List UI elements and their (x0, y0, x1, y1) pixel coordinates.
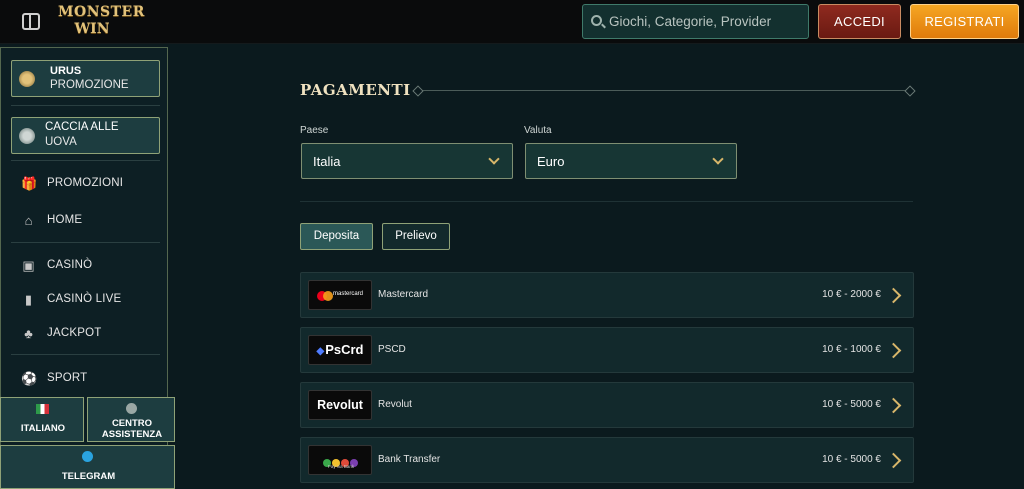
section-divider (300, 201, 913, 202)
register-button[interactable]: REGISTRATI (910, 4, 1019, 39)
sidebar-item-jackpot[interactable]: ♣ JACKPOT (21, 323, 161, 345)
country-label: Paese (300, 125, 329, 136)
chevron-down-icon (488, 153, 500, 165)
country-select[interactable]: Italia (301, 143, 513, 179)
search-icon (591, 15, 602, 26)
brand-logo[interactable]: MONSTER WIN (58, 4, 144, 40)
help-center-button[interactable]: CENTRO ASSISTENZA (87, 397, 175, 442)
mastercard-logo: mastercard (308, 280, 372, 310)
clover-icon: ♣ (24, 326, 33, 341)
chevron-right-icon (890, 398, 899, 412)
bank-transfer-logo: Pay via Bank (308, 445, 372, 475)
sidebar-divider (11, 354, 160, 355)
sidebar-divider (11, 242, 160, 243)
currency-select[interactable]: Euro (525, 143, 737, 179)
title-decoration (414, 90, 914, 91)
payment-method-row[interactable]: Revolut Revolut 10 € - 5000 € (300, 382, 914, 428)
live-cards-icon: ▮ (24, 292, 33, 307)
egg-icon (19, 128, 35, 144)
mastercard-icon (317, 291, 333, 301)
tab-deposita[interactable]: Deposita (300, 223, 373, 250)
payment-method-row[interactable]: mastercard Mastercard 10 € - 2000 € (300, 272, 914, 318)
page-title: PAGAMENTI (300, 81, 411, 99)
sidebar-promo-urus[interactable]: URUS PROMOZIONE (11, 60, 160, 97)
sidebar-divider (11, 105, 160, 106)
chevron-right-icon (890, 343, 899, 357)
telegram-button[interactable]: TELEGRAM (0, 445, 175, 489)
home-icon: ⌂ (24, 213, 33, 228)
pscd-logo: ◆PsCrd (308, 335, 372, 365)
telegram-icon (82, 451, 93, 462)
sidebar-item-home[interactable]: ⌂ HOME (21, 210, 161, 232)
sidebar-divider (11, 160, 160, 161)
tab-prelievo[interactable]: Prelievo (382, 223, 450, 250)
language-button[interactable]: ITALIANO (0, 397, 84, 442)
chevron-right-icon (890, 453, 899, 467)
search-box[interactable] (582, 4, 809, 39)
sidebar-promo-egg-hunt[interactable]: CACCIA ALLE UOVA (11, 117, 160, 154)
bank-dots-icon (321, 454, 361, 467)
payment-method-row[interactable]: ◆PsCrd PSCD 10 € - 1000 € (300, 327, 914, 373)
slot-machine-icon: ▣ (22, 258, 35, 273)
currency-label: Valuta (524, 125, 552, 136)
chevron-down-icon (712, 153, 724, 165)
chevron-right-icon (890, 288, 899, 302)
sidebar-item-casino[interactable]: ▣ CASINÒ (21, 255, 161, 277)
sidebar-toggle-icon[interactable] (22, 13, 40, 30)
revolut-logo: Revolut (308, 390, 372, 420)
ball-icon: ⚽ (21, 371, 38, 386)
pscd-icon: ◆ (316, 346, 325, 357)
italy-flag-icon (36, 404, 49, 414)
sidebar-item-promozioni[interactable]: 🎁 PROMOZIONI (21, 173, 161, 195)
top-header: MONSTER WIN ACCEDI REGISTRATI (0, 0, 1024, 44)
help-icon (126, 403, 137, 414)
bull-icon (19, 71, 35, 87)
gift-icon: 🎁 (21, 176, 38, 191)
sidebar-item-casino-live[interactable]: ▮ CASINÒ LIVE (21, 289, 161, 311)
payment-method-row[interactable]: Pay via Bank Bank Transfer 10 € - 5000 € (300, 437, 914, 483)
sidebar-item-sport[interactable]: ⚽ SPORT (21, 368, 161, 390)
login-button[interactable]: ACCEDI (818, 4, 901, 39)
search-input[interactable] (609, 5, 804, 38)
